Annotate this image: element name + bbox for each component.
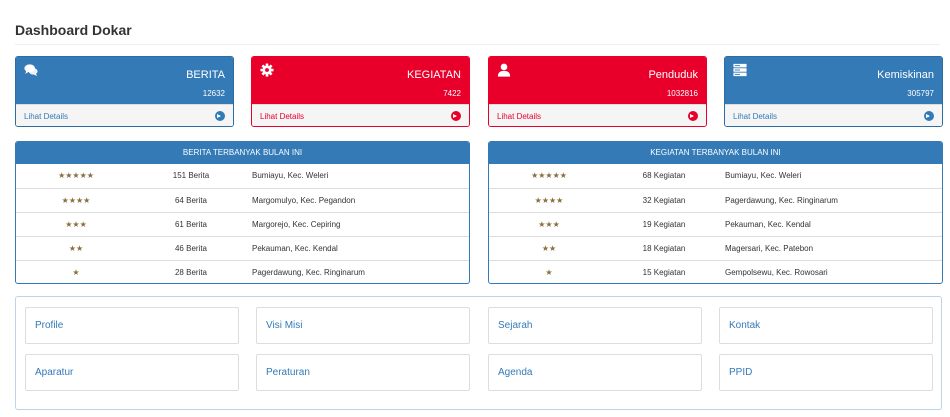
row-location: Bumiayu, Kec. Weleri — [725, 171, 802, 180]
link-sejarah[interactable]: Sejarah — [488, 307, 702, 344]
page-title: Dashboard Dokar — [15, 22, 132, 38]
row-location: Pekauman, Kec. Kendal — [725, 220, 811, 229]
row-location: Magersari, Kec. Patebon — [725, 244, 814, 253]
table-row: ★★★★★ 151 Berita Bumiayu, Kec. Weleri — [16, 164, 469, 188]
view-details-link[interactable]: Lihat Details — [252, 104, 469, 126]
stat-title: Penduduk — [648, 69, 698, 81]
server-icon — [733, 63, 747, 77]
link-profile[interactable]: Profile — [25, 307, 239, 344]
link-agenda[interactable]: Agenda — [488, 354, 702, 391]
stat-card-penduduk: Penduduk 1032816 Lihat Details — [488, 56, 707, 127]
row-location: Margorejo, Kec. Cepiring — [252, 220, 341, 229]
arrow-circle-right-icon — [688, 111, 698, 121]
table-row: ★★★★★ 68 Kegiatan Bumiayu, Kec. Weleri — [489, 164, 942, 188]
star-rating: ★★★★★ — [58, 171, 94, 180]
panel-heading: BERITA TERBANYAK BULAN INI — [16, 142, 469, 164]
star-rating: ★ — [72, 268, 80, 277]
stat-card-header: BERITA 12632 — [16, 57, 233, 104]
stat-card-kegiatan: KEGIATAN 7422 Lihat Details — [251, 56, 470, 127]
stat-title: BERITA — [186, 69, 225, 81]
quick-links-panel: Profile Visi Misi Sejarah Kontak Aparatu… — [15, 296, 942, 410]
row-count: 68 Kegiatan — [642, 171, 686, 180]
row-location: Pagerdawung, Kec. Ringinarum — [252, 268, 365, 277]
star-rating: ★★★ — [65, 220, 87, 229]
table-row: ★★ 18 Kegiatan Magersari, Kec. Patebon — [489, 236, 942, 260]
link-aparatur[interactable]: Aparatur — [25, 354, 239, 391]
stat-card-header: Penduduk 1032816 — [489, 57, 706, 104]
link-ppid[interactable]: PPID — [719, 354, 933, 391]
row-count: 64 Berita — [174, 196, 208, 205]
row-location: Margomulyo, Kec. Pegandon — [252, 196, 356, 205]
gear-icon — [260, 63, 274, 77]
link-peraturan[interactable]: Peraturan — [256, 354, 470, 391]
stat-count: 1032816 — [666, 89, 698, 98]
star-rating: ★★★★★ — [531, 171, 567, 180]
user-icon — [497, 63, 511, 77]
row-count: 19 Kegiatan — [642, 220, 686, 229]
table-row: ★★ 46 Berita Pekauman, Kec. Kendal — [16, 236, 469, 260]
title-divider — [15, 44, 940, 45]
row-count: 151 Berita — [172, 171, 210, 180]
stat-card-header: KEGIATAN 7422 — [252, 57, 469, 104]
kegiatan-ranking-panel: KEGIATAN TERBANYAK BULAN INI ★★★★★ 68 Ke… — [488, 141, 943, 284]
link-visi-misi[interactable]: Visi Misi — [256, 307, 470, 344]
row-location: Gempolsewu, Kec. Rowosari — [725, 268, 828, 277]
table-row: ★★★ 61 Berita Margorejo, Kec. Cepiring — [16, 212, 469, 236]
table-row: ★ 28 Berita Pagerdawung, Kec. Ringinarum — [16, 260, 469, 283]
row-count: 46 Berita — [174, 244, 208, 253]
panel-heading: KEGIATAN TERBANYAK BULAN INI — [489, 142, 942, 164]
view-details-label: Lihat Details — [733, 112, 778, 121]
star-rating: ★★★★ — [61, 196, 91, 205]
star-rating: ★★★★ — [534, 196, 564, 205]
view-details-label: Lihat Details — [497, 112, 542, 121]
stat-card-kemiskinan: Kemiskinan 305797 Lihat Details — [724, 56, 943, 127]
table-row: ★★★★ 64 Berita Margomulyo, Kec. Pegandon — [16, 188, 469, 212]
star-rating: ★ — [545, 268, 553, 277]
row-count: 61 Berita — [174, 220, 208, 229]
stat-count: 7422 — [443, 89, 461, 98]
star-rating: ★★ — [541, 244, 557, 253]
stat-card-header: Kemiskinan 305797 — [725, 57, 942, 104]
star-rating: ★★ — [68, 244, 84, 253]
row-location: Pekauman, Kec. Kendal — [252, 244, 338, 253]
row-count: 28 Berita — [174, 268, 208, 277]
arrow-circle-right-icon — [924, 111, 934, 121]
row-location: Pagerdawung, Kec. Ringinarum — [725, 196, 838, 205]
view-details-link[interactable]: Lihat Details — [725, 104, 942, 126]
stat-title: Kemiskinan — [877, 69, 934, 81]
view-details-link[interactable]: Lihat Details — [489, 104, 706, 126]
view-details-link[interactable]: Lihat Details — [16, 104, 233, 126]
stat-count: 12632 — [202, 89, 225, 98]
star-rating: ★★★ — [538, 220, 560, 229]
berita-ranking-panel: BERITA TERBANYAK BULAN INI ★★★★★ 151 Ber… — [15, 141, 470, 284]
row-count: 18 Kegiatan — [642, 244, 686, 253]
row-location: Bumiayu, Kec. Weleri — [252, 171, 329, 180]
view-details-label: Lihat Details — [260, 112, 305, 121]
arrow-circle-right-icon — [451, 111, 461, 121]
stat-count: 305797 — [907, 89, 934, 98]
link-kontak[interactable]: Kontak — [719, 307, 933, 344]
comments-icon — [24, 64, 38, 77]
table-row: ★★★ 19 Kegiatan Pekauman, Kec. Kendal — [489, 212, 942, 236]
arrow-circle-right-icon — [215, 111, 225, 121]
stat-title: KEGIATAN — [407, 69, 461, 81]
table-row: ★★★★ 32 Kegiatan Pagerdawung, Kec. Ringi… — [489, 188, 942, 212]
view-details-label: Lihat Details — [24, 112, 69, 121]
row-count: 32 Kegiatan — [642, 196, 686, 205]
row-count: 15 Kegiatan — [642, 268, 686, 277]
table-row: ★ 15 Kegiatan Gempolsewu, Kec. Rowosari — [489, 260, 942, 283]
stat-card-berita: BERITA 12632 Lihat Details — [15, 56, 234, 127]
